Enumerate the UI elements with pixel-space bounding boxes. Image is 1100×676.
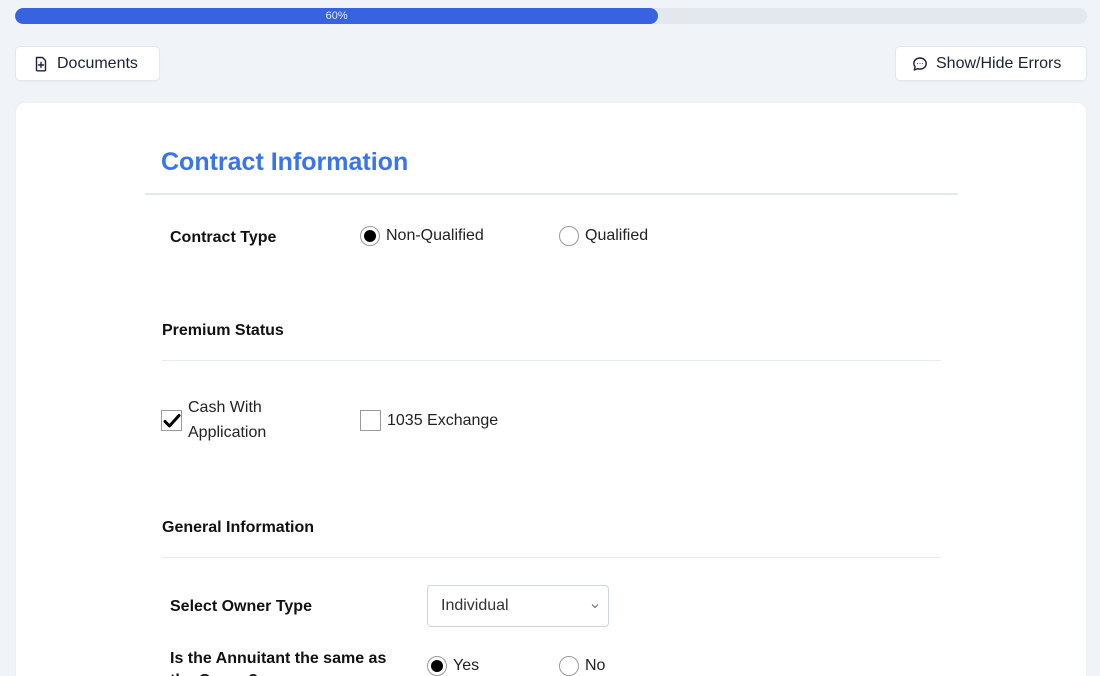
general-information-divider: [162, 557, 941, 558]
radio-annuitant-yes[interactable]: Yes: [427, 656, 479, 676]
premium-status-divider: [162, 360, 941, 361]
chat-bubble-icon: [913, 56, 927, 71]
radio-label: Yes: [453, 657, 480, 674]
checkmark-icon: [163, 413, 181, 427]
radio-non-qualified[interactable]: Non-Qualified: [360, 226, 484, 246]
checkbox[interactable]: [360, 410, 381, 431]
documents-label: Documents: [57, 54, 138, 72]
owner-type-select[interactable]: Individual: [427, 585, 609, 627]
checkbox-label: 1035 Exchange: [387, 411, 499, 429]
documents-button[interactable]: Documents: [15, 46, 160, 81]
checkbox-1035-exchange[interactable]: 1035 Exchange: [360, 410, 498, 431]
general-information-heading: General Information: [162, 519, 315, 536]
progress-fill: 60%: [15, 8, 659, 24]
radio-annuitant-no[interactable]: No: [559, 656, 605, 676]
annuitant-same-label-line2: the Owner?: [170, 670, 386, 676]
radio-label: Non-Qualified: [386, 227, 484, 244]
show-hide-errors-button[interactable]: Show/Hide Errors: [895, 46, 1087, 81]
radio-qualified[interactable]: Qualified: [559, 226, 648, 246]
radio-button[interactable]: [559, 656, 579, 676]
checkbox-label-line1: Cash With: [188, 399, 262, 416]
premium-status-heading: Premium Status: [162, 322, 284, 339]
annuitant-same-label: Is the Annuitant the same as the Owner?: [170, 648, 386, 676]
show-hide-errors-label: Show/Hide Errors: [936, 54, 1062, 72]
checkbox[interactable]: [161, 409, 182, 431]
radio-label: Qualified: [585, 227, 649, 244]
progress-label: 60%: [325, 10, 348, 22]
owner-type-value: Individual: [441, 597, 509, 614]
radio-button[interactable]: [427, 656, 447, 676]
chevron-down-icon: [591, 604, 599, 609]
radio-button[interactable]: [559, 226, 579, 246]
file-plus-icon: [35, 56, 47, 71]
radio-button[interactable]: [360, 226, 380, 246]
contract-type-label: Contract Type: [170, 229, 277, 246]
progress-bar: 60%: [15, 8, 1087, 24]
checkbox-label-line2: Application: [188, 424, 267, 441]
annuitant-same-label-line1: Is the Annuitant the same as: [170, 650, 387, 667]
section-title: Contract Information: [161, 148, 409, 176]
checkbox-cash-with-application[interactable]: Cash With Application: [161, 395, 266, 445]
owner-type-label: Select Owner Type: [170, 598, 312, 615]
radio-label: No: [585, 657, 606, 674]
section-divider: [145, 193, 958, 195]
